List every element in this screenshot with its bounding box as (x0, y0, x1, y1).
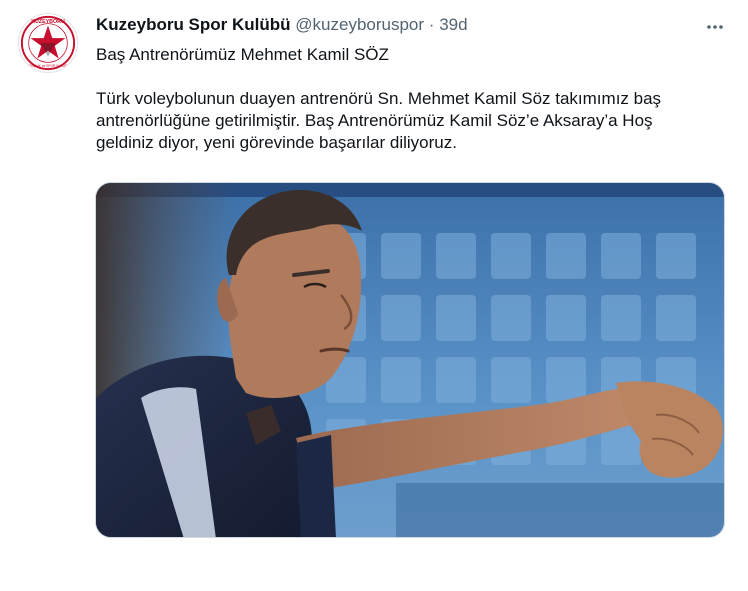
tweet-text-line: Türk voleybolunun duayen antrenörü Sn. M… (96, 89, 662, 108)
avatar[interactable]: KUZEYBORU GENÇLİK ve SPOR KULÜBÜ (18, 13, 78, 73)
tweet-text-line: antrenörlüğüne getirilmiştir. Baş Antren… (96, 111, 653, 130)
ellipsis-horizontal-icon (707, 25, 723, 29)
handle[interactable]: @kuzeyboruspor (295, 15, 424, 34)
coach-pointing-photo (96, 183, 724, 537)
tweet-text-line: Baş Antrenörümüz Mehmet Kamil SÖZ (96, 45, 389, 64)
club-logo-icon: KUZEYBORU GENÇLİK ve SPOR KULÜBÜ (20, 15, 76, 71)
tweet-text-line: geldiniz diyor, yeni görevinde başarılar… (96, 133, 457, 152)
logo-text-bottom: GENÇLİK ve SPOR KULÜBÜ (26, 63, 70, 68)
dot-separator: · (428, 15, 435, 34)
tweet-photo[interactable] (95, 182, 725, 538)
tweet-text: Baş Antrenörümüz Mehmet Kamil SÖZ Türk v… (96, 44, 716, 154)
display-name[interactable]: Kuzeyboru Spor Kulübü (96, 15, 291, 34)
tweet-header: Kuzeyboru Spor Kulübü @kuzeyboruspor · 3… (96, 14, 468, 36)
more-options-button[interactable] (700, 12, 730, 42)
timestamp[interactable]: 39d (439, 15, 467, 34)
logo-text-top: KUZEYBORU (31, 19, 65, 25)
tweet[interactable]: KUZEYBORU GENÇLİK ve SPOR KULÜBÜ Kuzeybo… (0, 0, 748, 591)
